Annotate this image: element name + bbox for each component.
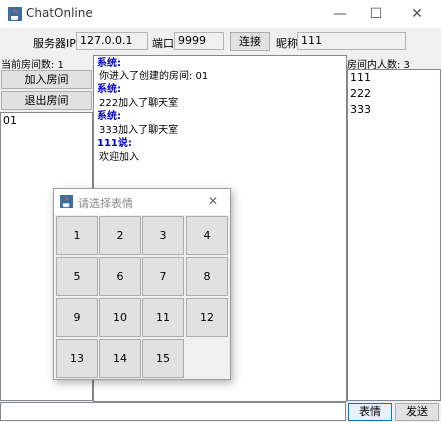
close-button[interactable]: ✕ [399, 2, 435, 26]
member-list[interactable]: 111 222 333 [347, 69, 441, 401]
dialog-title-bar: 请选择表情 ✕ [54, 189, 230, 215]
java-cup-icon [60, 195, 73, 208]
emoji-button-5[interactable]: 5 [56, 257, 98, 296]
message-text: 333加入了聊天室 [99, 125, 179, 136]
emoji-button[interactable]: 表情 [348, 403, 392, 421]
message-sender: 111说: [97, 138, 132, 149]
emoji-button-13[interactable]: 13 [56, 339, 98, 378]
emoji-button-10[interactable]: 10 [99, 298, 141, 337]
emoji-button-14[interactable]: 14 [99, 339, 141, 378]
emoji-button-9[interactable]: 9 [56, 298, 98, 337]
nickname-input[interactable]: 111 [297, 32, 406, 50]
emoji-button-1[interactable]: 1 [56, 216, 98, 255]
message-sender: 系统: [97, 111, 121, 122]
emoji-button-15[interactable]: 15 [142, 339, 184, 378]
emoji-button-8[interactable]: 8 [186, 257, 228, 296]
title-bar: ChatOnline — ☐ ✕ [0, 0, 441, 28]
room-count-label: 当前房间数: 1 [1, 60, 64, 71]
emoji-button-6[interactable]: 6 [99, 257, 141, 296]
send-button[interactable]: 发送 [395, 403, 439, 421]
server-ip-label: 服务器IP [33, 37, 76, 50]
emoji-button-2[interactable]: 2 [99, 216, 141, 255]
minimize-button[interactable]: — [322, 2, 358, 26]
message-text: 你进入了创建的房间: 01 [99, 71, 209, 82]
message-sender: 系统: [97, 84, 121, 95]
message-input[interactable] [0, 402, 346, 421]
java-cup-icon [8, 7, 22, 21]
port-input[interactable]: 9999 [174, 32, 224, 50]
member-list-item[interactable]: 222 [348, 86, 440, 102]
member-list-item[interactable]: 111 [348, 70, 440, 86]
maximize-button[interactable]: ☐ [358, 2, 394, 26]
message-text: 欢迎加入 [99, 152, 139, 163]
message-text: 222加入了聊天室 [99, 98, 179, 109]
room-list-item[interactable]: 01 [1, 113, 92, 128]
server-ip-input[interactable]: 127.0.0.1 [76, 32, 148, 50]
emoji-button-3[interactable]: 3 [142, 216, 184, 255]
emoji-dialog: 请选择表情 ✕ 1 2 3 4 5 6 7 8 9 10 11 12 13 14… [53, 188, 231, 380]
dialog-close-button[interactable]: ✕ [208, 194, 218, 208]
port-label: 端口 [152, 37, 174, 50]
join-room-button[interactable]: 加入房间 [1, 70, 92, 89]
emoji-button-11[interactable]: 11 [142, 298, 184, 337]
connect-button[interactable]: 连接 [230, 32, 270, 51]
emoji-button-12[interactable]: 12 [186, 298, 228, 337]
leave-room-button[interactable]: 退出房间 [1, 91, 92, 110]
emoji-button-7[interactable]: 7 [142, 257, 184, 296]
window-title: ChatOnline [26, 6, 93, 20]
nickname-label: 昵称 [276, 37, 298, 50]
member-list-item[interactable]: 333 [348, 102, 440, 118]
emoji-button-4[interactable]: 4 [186, 216, 228, 255]
message-sender: 系统: [97, 58, 121, 69]
dialog-title: 请选择表情 [78, 197, 133, 210]
